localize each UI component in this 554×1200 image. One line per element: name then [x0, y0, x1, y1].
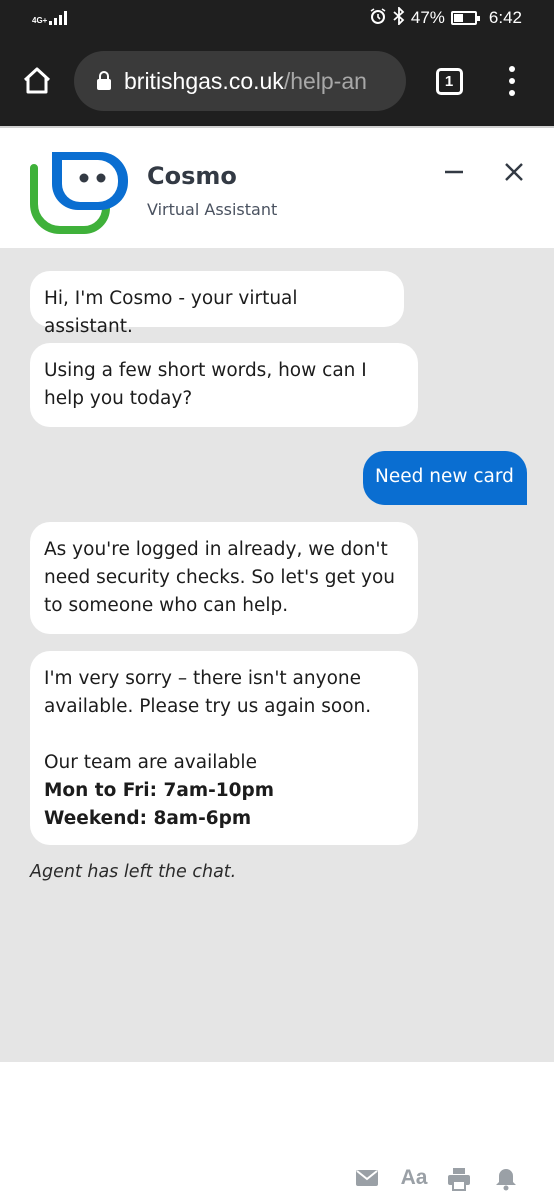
message-text: I'm very sorry – there isn't anyone avai… [44, 668, 372, 717]
url-host: britishgas.co.uk [124, 67, 284, 94]
notifications-button[interactable] [494, 1166, 518, 1192]
user-message: Need new card [363, 451, 527, 505]
bot-message: As you're logged in already, we don't ne… [30, 522, 418, 634]
minimize-button[interactable] [438, 156, 470, 188]
bot-message: I'm very sorry – there isn't anyone avai… [30, 651, 418, 845]
tabs-button[interactable]: 1 [406, 36, 492, 126]
bell-icon [496, 1169, 516, 1191]
home-icon [23, 67, 51, 94]
mail-icon [356, 1170, 378, 1186]
close-icon [505, 163, 523, 181]
network-indicator: 4G+ [32, 11, 68, 25]
url-path: /help-an [283, 67, 367, 94]
tab-count: 1 [435, 67, 463, 95]
alarm-icon [369, 7, 387, 30]
hours-weekend: Weekend: 8am-6pm [44, 808, 252, 829]
minimize-icon [445, 170, 463, 174]
clock-time: 6:42 [488, 8, 522, 27]
font-size-button[interactable]: Aa [397, 1166, 431, 1190]
bot-message: Using a few short words, how can I help … [30, 343, 418, 427]
chat-toolbar: Aa [0, 1062, 554, 1200]
chat-transcript[interactable]: Hi, I'm Cosmo - your virtual assistant. … [0, 248, 554, 1062]
battery-percent: 47% [410, 8, 445, 27]
message-text: Our team are available [44, 752, 257, 773]
print-button[interactable] [446, 1166, 472, 1192]
battery-fill [453, 14, 464, 22]
system-note: Agent has left the chat. [30, 862, 237, 882]
signal-icon [49, 11, 68, 25]
bluetooth-icon [393, 5, 405, 30]
lock-icon [96, 71, 112, 91]
close-button[interactable] [498, 156, 530, 188]
menu-icon[interactable] [492, 36, 532, 126]
address-bar[interactable]: britishgas.co.uk/help-an [74, 51, 406, 111]
print-icon [448, 1168, 470, 1191]
bot-message: Hi, I'm Cosmo - your virtual assistant. [30, 271, 404, 337]
cosmo-logo [30, 152, 128, 234]
home-button[interactable] [0, 36, 74, 126]
chat-header: Cosmo Virtual Assistant [0, 126, 554, 248]
bot-subtitle: Virtual Assistant [147, 200, 278, 219]
status-bar: 4G+ 47% 6:42 [0, 0, 554, 36]
bot-name: Cosmo [147, 162, 237, 190]
email-transcript-button[interactable] [354, 1166, 380, 1190]
browser-toolbar: britishgas.co.uk/help-an 1 [0, 36, 554, 126]
network-label: 4G+ [32, 16, 48, 25]
battery-icon [450, 11, 480, 25]
hours-weekday: Mon to Fri: 7am-10pm [44, 780, 275, 801]
